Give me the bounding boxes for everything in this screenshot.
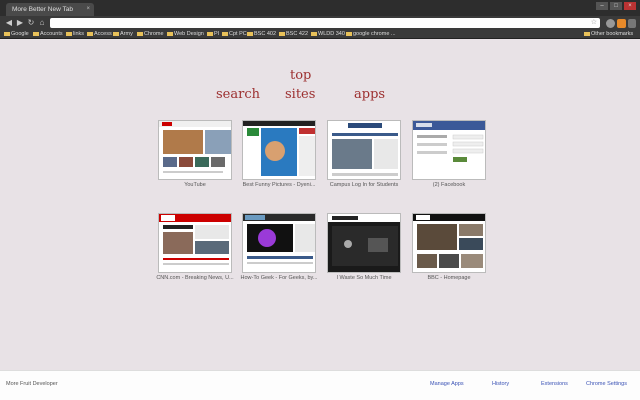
forward-button[interactable]: ▶ [15, 18, 25, 28]
bookmark-accounts[interactable]: Accounts [33, 31, 63, 37]
menu-top[interactable]: top [290, 68, 311, 83]
folder-icon [279, 31, 285, 36]
extensions-link[interactable]: Extensions [541, 381, 568, 387]
tile-campus-log-in[interactable] [327, 120, 401, 180]
waste-time-thumbnail [328, 214, 400, 272]
tile-label-campus-log-in[interactable]: Campus Log In for Students [319, 182, 409, 189]
browser-toolbar: ◀ ▶ ↻ ⌂ ☆ [0, 16, 640, 30]
bookmark-bsc-422[interactable]: BSC 422 [279, 31, 308, 37]
tile-label-youtube[interactable]: YouTube [150, 182, 240, 189]
chrome-settings-link[interactable]: Chrome Settings [586, 381, 627, 387]
folder-icon [4, 31, 10, 36]
funny-pictures-thumbnail [243, 121, 315, 179]
home-button[interactable]: ⌂ [37, 18, 47, 28]
menu-apps[interactable]: apps [354, 87, 385, 102]
tile-label-best-funny-pictures[interactable]: Best Funny Pictures - Dyeni... [234, 182, 324, 189]
close-window-button[interactable]: × [624, 2, 636, 10]
window-controls: – □ × [596, 2, 636, 10]
history-link[interactable]: History [492, 381, 509, 387]
menu-sites[interactable]: sites [285, 87, 315, 102]
bbc-thumbnail [413, 214, 485, 272]
window-titlebar: More Better New Tab × – □ × [0, 0, 640, 16]
footer: More Fruit Developer Manage Apps History… [0, 370, 640, 400]
tile-label-facebook[interactable]: (2) Facebook [404, 182, 494, 189]
bookmark-pi[interactable]: PI [207, 31, 219, 37]
bookmark-web-design[interactable]: Web Design [167, 31, 204, 37]
tab-more-better-new-tab[interactable]: More Better New Tab × [6, 3, 94, 16]
extension-icon-orange[interactable] [617, 19, 626, 28]
folder-icon [584, 31, 590, 36]
tile-cnn[interactable] [158, 213, 232, 273]
developer-link[interactable]: More Fruit Developer [6, 381, 58, 387]
tile-youtube[interactable] [158, 120, 232, 180]
folder-icon [137, 31, 143, 36]
tile-label-bbc[interactable]: BBC - Homepage [404, 275, 494, 282]
bookmark-wldd-340[interactable]: WLDD 340 [311, 31, 345, 37]
youtube-thumbnail [159, 121, 231, 179]
bookmarks-bar: Google Accounts links Access Army Chrome… [0, 30, 640, 39]
campus-login-thumbnail [328, 121, 400, 179]
tile-i-waste-so-much-time[interactable] [327, 213, 401, 273]
bookmark-chrome[interactable]: Chrome [137, 31, 164, 37]
folder-icon [222, 31, 228, 36]
minimize-button[interactable]: – [596, 2, 608, 10]
bookmark-links[interactable]: links [66, 31, 84, 37]
reload-button[interactable]: ↻ [26, 18, 36, 28]
wrench-menu-icon[interactable] [628, 19, 636, 28]
bookmark-cpt-pc[interactable]: Cpt PC [222, 31, 247, 37]
folder-icon [247, 31, 253, 36]
maximize-button[interactable]: □ [610, 2, 622, 10]
folder-icon [87, 31, 93, 36]
folder-icon [66, 31, 72, 36]
tile-best-funny-pictures[interactable] [242, 120, 316, 180]
bookmark-star-icon[interactable]: ☆ [591, 18, 597, 28]
folder-icon [33, 31, 39, 36]
bookmark-access[interactable]: Access [87, 31, 112, 37]
tab-title: More Better New Tab [12, 6, 73, 13]
bookmark-other-bookmarks[interactable]: Other bookmarks [584, 31, 633, 37]
bookmark-google-chrome[interactable]: google chrome ... [346, 31, 396, 37]
address-bar[interactable]: ☆ [50, 18, 600, 28]
bookmark-google[interactable]: Google [4, 31, 29, 37]
tab-close-icon[interactable]: × [86, 6, 90, 12]
tile-how-to-geek[interactable] [242, 213, 316, 273]
extension-icon[interactable] [606, 19, 615, 28]
how-to-geek-thumbnail [243, 214, 315, 272]
tile-label-how-to-geek[interactable]: How-To Geek - For Geeks, by... [234, 275, 324, 282]
tile-facebook[interactable] [412, 120, 486, 180]
tile-label-i-waste-so-much-time[interactable]: I Waste So Much Time [319, 275, 409, 282]
tile-bbc[interactable] [412, 213, 486, 273]
back-button[interactable]: ◀ [4, 18, 14, 28]
folder-icon [113, 31, 119, 36]
bookmark-bsc-402[interactable]: BSC 402 [247, 31, 276, 37]
facebook-thumbnail [413, 121, 485, 179]
tile-label-cnn[interactable]: CNN.com - Breaking News, U... [150, 275, 240, 282]
folder-icon [167, 31, 173, 36]
menu-search[interactable]: search [216, 87, 260, 102]
cnn-thumbnail [159, 214, 231, 272]
folder-icon [207, 31, 213, 36]
manage-apps-link[interactable]: Manage Apps [430, 381, 464, 387]
folder-icon [311, 31, 317, 36]
folder-icon [346, 31, 352, 36]
bookmark-army[interactable]: Army [113, 31, 133, 37]
